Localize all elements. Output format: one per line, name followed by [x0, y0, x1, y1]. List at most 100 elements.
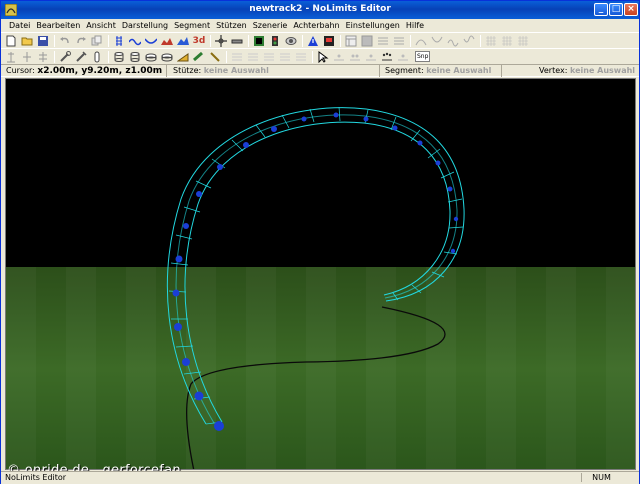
menu-stuetzen[interactable]: Stützen [213, 19, 250, 32]
toolbar-separator [226, 50, 227, 63]
join-icon[interactable] [365, 51, 377, 63]
track-valley-icon[interactable] [145, 35, 157, 47]
move-icon[interactable] [215, 34, 227, 47]
curve-d-icon[interactable] [463, 35, 475, 47]
cylinder-d-icon[interactable] [161, 51, 173, 63]
track-node[interactable] [450, 248, 456, 254]
support-a-icon[interactable] [21, 51, 33, 63]
copy-icon[interactable] [91, 35, 103, 47]
curve-icon[interactable] [415, 35, 427, 47]
main-toolbar: 3d [1, 32, 639, 48]
curve-b-icon[interactable] [431, 35, 443, 47]
3d-viewport[interactable] [5, 78, 636, 470]
record-icon[interactable] [269, 35, 281, 47]
track-node[interactable] [333, 112, 339, 118]
tool-icon[interactable] [75, 50, 87, 63]
menu-szenerie[interactable]: Szenerie [250, 19, 291, 32]
grid-b-icon[interactable] [501, 35, 513, 47]
track-node[interactable] [392, 125, 398, 131]
menu-achterbahn[interactable]: Achterbahn [290, 19, 342, 32]
terrain-icon[interactable] [177, 35, 189, 47]
sky [6, 79, 635, 267]
track-node[interactable] [453, 216, 459, 222]
menu-hilfe[interactable]: Hilfe [403, 19, 427, 32]
cylinder-icon[interactable] [113, 51, 125, 63]
scene-canvas[interactable] [6, 79, 636, 470]
minimize-button[interactable]: _ [594, 3, 608, 16]
curve-c-icon[interactable] [447, 35, 459, 47]
track-node[interactable] [243, 142, 249, 148]
info-divider [166, 65, 167, 77]
warning-icon[interactable] [307, 35, 319, 47]
align-c-icon[interactable] [263, 51, 275, 63]
track-node[interactable] [271, 126, 277, 132]
column-icon[interactable] [91, 51, 103, 63]
align-d-icon[interactable] [279, 51, 291, 63]
minus-icon[interactable] [231, 35, 243, 47]
split-icon[interactable] [349, 51, 361, 63]
scenery-icon[interactable] [161, 35, 173, 47]
node-b-icon[interactable] [397, 51, 409, 63]
snap-button[interactable]: Snp [415, 51, 431, 62]
menu-segment[interactable]: Segment [171, 19, 213, 32]
layout-icon[interactable] [345, 35, 357, 47]
cylinder-c-icon[interactable] [145, 51, 157, 63]
track-node[interactable] [174, 323, 182, 331]
cylinder-b-icon[interactable] [129, 51, 141, 63]
track-node[interactable] [182, 358, 190, 366]
track-node[interactable] [363, 116, 369, 122]
track-node[interactable] [435, 160, 441, 166]
track-node[interactable] [172, 289, 180, 297]
beam-b-icon[interactable] [209, 51, 221, 63]
camera-icon[interactable] [285, 35, 297, 47]
menu-einstellungen[interactable]: Einstellungen [343, 19, 403, 32]
maximize-button[interactable]: □ [609, 3, 623, 16]
align-e-icon[interactable] [295, 51, 307, 63]
support-icon[interactable] [5, 51, 17, 63]
track-node[interactable] [214, 421, 224, 431]
align-icon[interactable] [231, 51, 243, 63]
track-node[interactable] [217, 164, 223, 170]
open-folder-icon[interactable] [21, 35, 33, 47]
stop-icon[interactable] [323, 35, 335, 47]
align-b-icon[interactable] [247, 51, 259, 63]
cursor-icon[interactable] [317, 50, 329, 63]
3d-icon[interactable]: 3d [193, 35, 206, 47]
new-file-icon[interactable] [5, 35, 17, 47]
layout-b-icon[interactable] [361, 35, 373, 47]
track-node[interactable] [417, 140, 423, 146]
rail-icon[interactable] [113, 35, 125, 47]
ramp-icon[interactable] [177, 51, 189, 63]
track-node[interactable] [447, 186, 453, 192]
track-node[interactable] [196, 191, 202, 197]
layout-d-icon[interactable] [393, 35, 405, 47]
render-icon[interactable] [253, 35, 265, 47]
undo-icon[interactable] [59, 35, 71, 47]
layout-c-icon[interactable] [377, 35, 389, 47]
track-node[interactable] [194, 391, 204, 401]
grid-icon[interactable] [485, 35, 497, 47]
wrench-icon[interactable] [59, 50, 71, 63]
track-node[interactable] [183, 223, 189, 229]
toolbar-separator [480, 34, 481, 47]
save-icon[interactable] [37, 35, 49, 47]
menu-datei[interactable]: Datei [6, 19, 33, 32]
toolbar-separator [54, 34, 55, 47]
support-b-icon[interactable] [37, 51, 49, 63]
redo-icon[interactable] [75, 35, 87, 47]
menu-bearbeiten[interactable]: Bearbeiten [33, 19, 83, 32]
toolbar-separator [312, 50, 313, 63]
track-node[interactable] [301, 116, 307, 122]
node-icon[interactable] [381, 51, 393, 63]
vertex-icon[interactable] [333, 51, 345, 63]
beam-icon[interactable] [193, 51, 205, 63]
track-wave-icon[interactable] [129, 35, 141, 47]
close-button[interactable]: × [624, 3, 638, 16]
segment-label: Segment: [385, 66, 424, 75]
track-node[interactable] [175, 255, 183, 263]
grid-c-icon[interactable] [517, 35, 529, 47]
title-bar[interactable]: newtrack2 - NoLimits Editor _ □ × [1, 1, 639, 19]
menu-ansicht[interactable]: Ansicht [83, 19, 119, 32]
editor-window: newtrack2 - NoLimits Editor _ □ × Datei … [0, 0, 640, 484]
menu-darstellung[interactable]: Darstellung [119, 19, 171, 32]
